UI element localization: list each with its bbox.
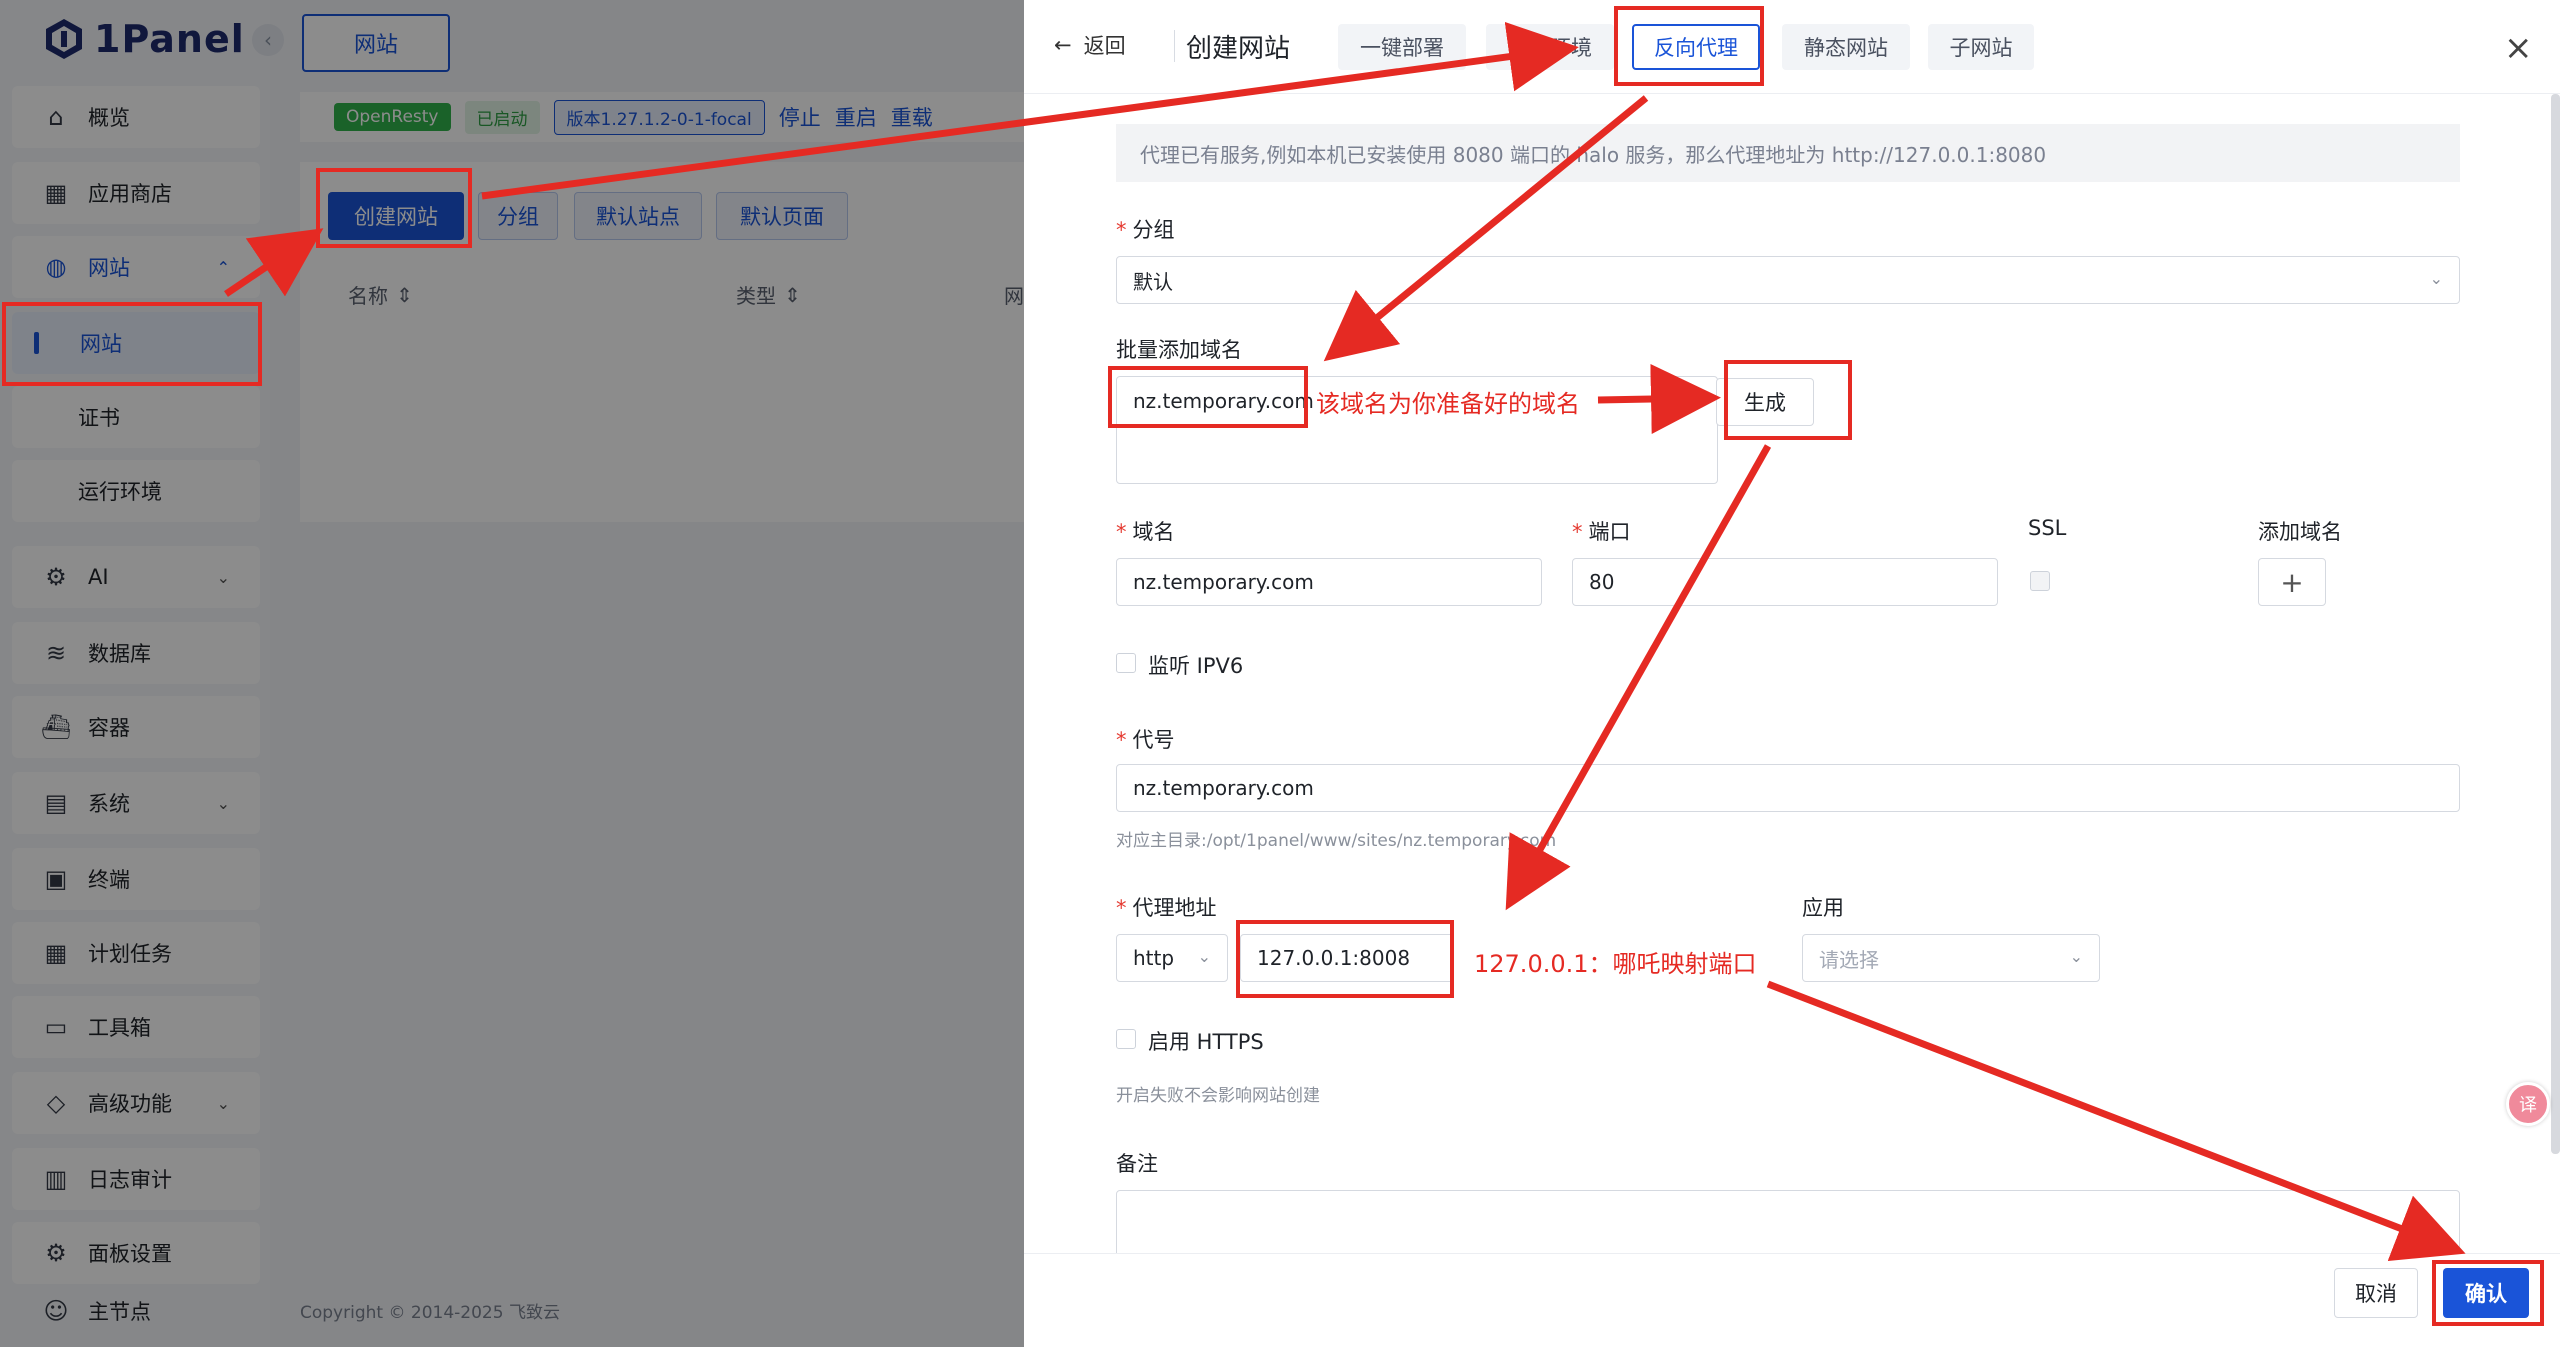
port-input[interactable]: 80	[1572, 558, 1998, 606]
app-select[interactable]: 请选择 ⌄	[1802, 934, 2100, 982]
group-select[interactable]: 默认 ⌄	[1116, 256, 2460, 304]
annotation-box-generate	[1724, 360, 1852, 440]
app-background: 1Panel ‹ ⌂ 概览 ▦ 应用商店 ◍ 网站 ⌃ 网站 证书 运行环境 ⚙…	[0, 0, 1024, 1347]
ssl-label: SSL	[2028, 516, 2067, 540]
alias-value: nz.temporary.com	[1133, 776, 1314, 800]
annotation-domain-note: 该域名为你准备好的域名	[1316, 390, 1580, 418]
drawer-footer	[1024, 1253, 2560, 1347]
port-label: * 端口	[1572, 520, 1631, 544]
annotation-box-domain	[1108, 366, 1308, 428]
app-select-placeholder: 请选择	[1819, 947, 1879, 972]
chevron-down-icon: ⌄	[2429, 269, 2443, 288]
annotation-box-reverse-proxy-tab	[1614, 6, 1764, 86]
proxy-scheme-select[interactable]: http ⌄	[1116, 934, 1228, 982]
ssl-checkbox[interactable]	[2030, 571, 2050, 591]
annotation-box-confirm	[2432, 1260, 2544, 1326]
annotation-box-websites-menu	[2, 302, 262, 386]
ipv6-checkbox[interactable]	[1116, 653, 1136, 673]
plus-icon: +	[2280, 565, 2304, 599]
domain-label: * 域名	[1116, 520, 1175, 544]
back-label: 返回	[1083, 34, 1126, 58]
drawer-header: ← 返回 创建网站 一键部署 运行环境 反向代理 静态网站 子网站 ×	[1024, 0, 2560, 94]
back-button[interactable]: ← 返回	[1054, 30, 1126, 60]
tab-one-click-deploy[interactable]: 一键部署	[1338, 24, 1466, 70]
https-label: 启用 HTTPS	[1148, 1030, 1264, 1054]
domain-input[interactable]: nz.temporary.com	[1116, 558, 1542, 606]
info-alert: 代理已有服务,例如本机已安装使用 8080 端口的 halo 服务，那么代理地址…	[1116, 124, 2460, 182]
drawer-title: 创建网站	[1186, 34, 1291, 64]
close-icon[interactable]: ×	[2504, 28, 2533, 68]
header-divider	[1174, 30, 1175, 62]
domain-value: nz.temporary.com	[1133, 570, 1314, 594]
remark-label: 备注	[1116, 1152, 1158, 1176]
chevron-down-icon: ⌄	[1197, 947, 1211, 966]
arrow-left-icon: ←	[1054, 33, 1072, 57]
batch-domains-label: 批量添加域名	[1116, 338, 1242, 362]
app-label: 应用	[1802, 896, 1844, 920]
annotation-box-proxy-address	[1236, 920, 1454, 998]
scrollbar[interactable]	[2551, 94, 2560, 1154]
alias-hint: 对应主目录:/opt/1panel/www/sites/nz.temporary…	[1116, 831, 1557, 851]
group-label: * 分组	[1116, 218, 1175, 242]
annotation-proxy-note: 127.0.0.1：哪吒映射端口	[1474, 950, 1757, 978]
chevron-down-icon: ⌄	[2069, 947, 2083, 966]
proxy-scheme-value: http	[1133, 946, 1175, 970]
alias-input[interactable]: nz.temporary.com	[1116, 764, 2460, 812]
cancel-button[interactable]: 取消	[2334, 1268, 2418, 1318]
annotation-box-create-button	[316, 168, 472, 248]
ipv6-label: 监听 IPV6	[1148, 654, 1244, 678]
https-checkbox[interactable]	[1116, 1029, 1136, 1049]
group-select-value: 默认	[1133, 269, 1173, 294]
proxy-label: * 代理地址	[1116, 896, 1217, 920]
add-domain-button[interactable]: +	[2258, 558, 2326, 606]
add-domain-label: 添加域名	[2258, 520, 2342, 544]
https-hint: 开启失败不会影响网站创建	[1116, 1086, 1320, 1106]
tab-sub-site[interactable]: 子网站	[1928, 24, 2034, 70]
port-value: 80	[1589, 570, 1615, 594]
alias-label: * 代号	[1116, 728, 1175, 752]
tab-runtime[interactable]: 运行环境	[1486, 24, 1614, 70]
tab-static-site[interactable]: 静态网站	[1782, 24, 1910, 70]
translate-icon[interactable]: 译	[2506, 1082, 2550, 1126]
modal-overlay[interactable]	[0, 0, 1024, 1347]
create-website-drawer: ← 返回 创建网站 一键部署 运行环境 反向代理 静态网站 子网站 × 代理已有…	[1024, 0, 2560, 1347]
